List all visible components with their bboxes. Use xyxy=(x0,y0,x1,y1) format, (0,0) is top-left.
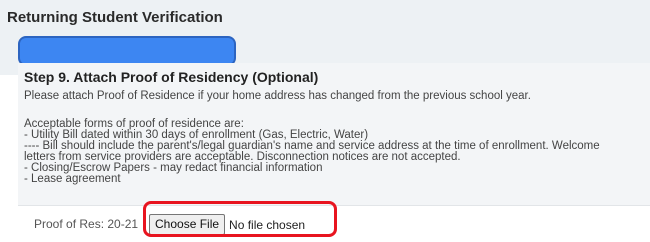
redacted-field xyxy=(18,36,236,66)
step-panel: Step 9. Attach Proof of Residency (Optio… xyxy=(18,63,650,205)
step-title: Step 9. Attach Proof of Residency (Optio… xyxy=(24,69,319,85)
proof-of-residency-label: Proof of Res: 20-21 xyxy=(34,217,139,231)
acceptable-proof-list: Acceptable forms of proof of residence a… xyxy=(24,118,648,185)
step-intro-text: Please attach Proof of Residence if your… xyxy=(24,90,531,102)
proof-item: - Lease agreement xyxy=(24,173,121,185)
highlight-box xyxy=(143,201,337,237)
page-title: Returning Student Verification xyxy=(7,9,223,26)
